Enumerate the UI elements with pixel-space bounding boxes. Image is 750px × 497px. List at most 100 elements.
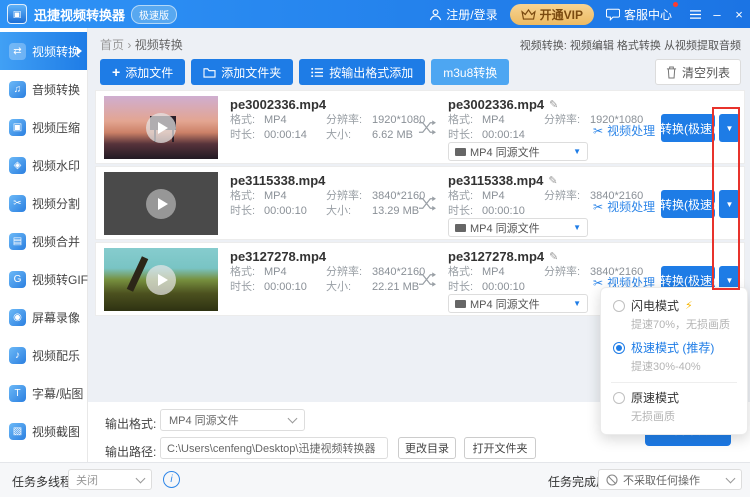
m3u8-convert-button[interactable]: m3u8转换: [431, 59, 509, 85]
open-folder-button[interactable]: 打开文件夹: [464, 437, 536, 459]
convert-button[interactable]: 转换(极速): [661, 114, 715, 142]
radio-unselected-icon[interactable]: [613, 392, 625, 404]
add-by-format-button[interactable]: 按输出格式添加: [299, 59, 425, 85]
add-folder-button[interactable]: 添加文件夹: [191, 59, 293, 85]
trash-icon: [666, 66, 677, 79]
caret-down-icon: ▼: [726, 276, 734, 285]
video-merge-icon: ▤: [9, 233, 26, 250]
pencil-icon[interactable]: ✎: [548, 174, 557, 187]
menu-button[interactable]: [684, 0, 706, 28]
audio-convert-icon: ♫: [9, 81, 26, 98]
sidebar-item-video-to-gif[interactable]: G 视频转GIF: [0, 260, 87, 298]
radio-selected-icon[interactable]: [613, 342, 625, 354]
play-icon[interactable]: [146, 189, 176, 219]
hamburger-icon: [689, 9, 702, 20]
output-path-input[interactable]: [160, 437, 388, 459]
customer-service-button[interactable]: 客服中心: [606, 6, 672, 23]
caret-down-icon: ▼: [726, 200, 734, 209]
video-split-icon: ✂: [9, 195, 26, 212]
video-process-link[interactable]: ✂ 视频处理: [593, 198, 655, 215]
list-icon: [311, 67, 324, 78]
notification-dot: [673, 2, 678, 7]
caret-down-icon: ▼: [573, 148, 581, 156]
person-icon: [429, 8, 442, 21]
info-icon[interactable]: i: [163, 471, 180, 488]
video-thumbnail[interactable]: [104, 96, 218, 159]
close-button[interactable]: ×: [728, 0, 750, 28]
sidebar-item-video-compress[interactable]: ▣ 视频压缩: [0, 108, 87, 146]
caret-down-icon: ▼: [573, 224, 581, 232]
output-filename: pe3127278.mp4 ✎: [448, 249, 558, 264]
chevron-down-icon: [726, 473, 736, 483]
output-profile-select[interactable]: MP4 同源文件 ▼: [448, 142, 588, 161]
convert-mode-dropdown-button[interactable]: ▼: [719, 190, 740, 218]
titlebar: ▣ 迅捷视频转换器 极速版 注册/登录 开通VIP 客服中心 – ×: [0, 0, 750, 28]
chevron-down-icon: [136, 473, 146, 483]
sidebar-item-video-music[interactable]: ♪ 视频配乐: [0, 336, 87, 374]
film-icon: [455, 224, 466, 232]
video-convert-icon: ⇄: [9, 43, 26, 60]
play-icon[interactable]: [146, 113, 176, 143]
video-snapshot-icon: ▧: [9, 423, 26, 440]
convert-mode-dropdown-button[interactable]: ▼: [719, 114, 740, 142]
crown-icon: [521, 9, 536, 20]
sidebar-item-video-convert[interactable]: ⇄ 视频转换: [0, 32, 87, 70]
vip-button[interactable]: 开通VIP: [510, 4, 594, 25]
video-compress-icon: ▣: [9, 119, 26, 136]
minimize-button[interactable]: –: [706, 0, 728, 28]
add-file-button[interactable]: + 添加文件: [100, 59, 185, 85]
caret-down-icon: ▼: [726, 124, 734, 133]
subtitle-sticker-icon: T: [9, 385, 26, 402]
sidebar-item-video-watermark[interactable]: ◈ 视频水印: [0, 146, 87, 184]
breadcrumb-current: 视频转换: [135, 38, 183, 52]
menu-item-flash-mode[interactable]: 闪电模式 ⚡ 提速70%，无损画质: [601, 295, 747, 337]
after-task-select[interactable]: 不采取任何操作: [598, 469, 742, 490]
menu-item-fast-mode[interactable]: 极速模式 (推荐) 提速30%-40%: [601, 337, 747, 379]
shuffle-icon: [418, 196, 436, 211]
clear-list-button[interactable]: 清空列表: [655, 59, 741, 85]
convert-button[interactable]: 转换(极速): [661, 190, 715, 218]
output-profile-select[interactable]: MP4 同源文件 ▼: [448, 294, 588, 313]
change-directory-button[interactable]: 更改目录: [398, 437, 456, 459]
video-process-link[interactable]: ✂ 视频处理: [593, 122, 655, 139]
source-filename: pe3115338.mp4: [230, 173, 325, 188]
output-format-select[interactable]: MP4 同源文件: [160, 409, 305, 431]
sidebar: ⇄ 视频转换 ♫ 音频转换 ▣ 视频压缩 ◈ 视频水印 ✂ 视频分割 ▤ 视频合…: [0, 28, 88, 462]
app-title: 迅捷视频转换器: [34, 5, 125, 24]
scissors-icon: ✂: [593, 124, 603, 138]
sidebar-item-video-merge[interactable]: ▤ 视频合并: [0, 222, 87, 260]
sidebar-item-audio-convert[interactable]: ♫ 音频转换: [0, 70, 87, 108]
pencil-icon[interactable]: ✎: [549, 98, 558, 111]
source-meta: 格式:MP4分辨率:1920*1080 时长:00:00:14大小:6.62 M…: [230, 113, 425, 143]
shuffle-icon: [418, 120, 436, 135]
speed-mode-menu: 闪电模式 ⚡ 提速70%，无损画质 极速模式 (推荐) 提速30%-40% 原速…: [600, 287, 748, 435]
chat-icon: [606, 8, 620, 21]
multithread-select[interactable]: 关闭: [68, 469, 152, 490]
source-filename: pe3002336.mp4: [230, 97, 326, 112]
folder-icon: [203, 67, 216, 78]
breadcrumb-home[interactable]: 首页: [100, 38, 124, 52]
video-thumbnail[interactable]: [104, 248, 218, 311]
source-filename: pe3127278.mp4: [230, 249, 326, 264]
sidebar-item-video-split[interactable]: ✂ 视频分割: [0, 184, 87, 222]
login-button[interactable]: 注册/登录: [429, 6, 497, 23]
file-row: pe3115338.mp4 格式:MP4分辨率:3840*2160 时长:00:…: [95, 166, 745, 240]
radio-unselected-icon[interactable]: [613, 300, 625, 312]
source-meta: 格式:MP4分辨率:3840*2160 时长:00:00:10大小:13.29 …: [230, 189, 425, 219]
caret-down-icon: ▼: [573, 300, 581, 308]
sidebar-item-subtitle-sticker[interactable]: T 字幕/贴图: [0, 374, 87, 412]
lightning-icon: ⚡: [685, 299, 693, 312]
menu-item-original-speed-mode[interactable]: 原速模式 无损画质: [601, 387, 747, 429]
video-thumbnail[interactable]: [104, 172, 218, 235]
breadcrumb-separator: ›: [127, 38, 131, 52]
output-profile-select[interactable]: MP4 同源文件 ▼: [448, 218, 588, 237]
menu-divider: [611, 382, 737, 383]
file-row: pe3002336.mp4 格式:MP4分辨率:1920*1080 时长:00:…: [95, 90, 745, 164]
pencil-icon[interactable]: ✎: [549, 250, 558, 263]
output-format-label: 输出格式:: [105, 415, 156, 432]
scissors-icon: ✂: [593, 200, 603, 214]
multithread-label: 任务多线程: [12, 473, 72, 490]
play-icon[interactable]: [146, 265, 176, 295]
sidebar-item-screen-record[interactable]: ◉ 屏幕录像: [0, 298, 87, 336]
sidebar-item-video-snapshot[interactable]: ▧ 视频截图: [0, 412, 87, 450]
